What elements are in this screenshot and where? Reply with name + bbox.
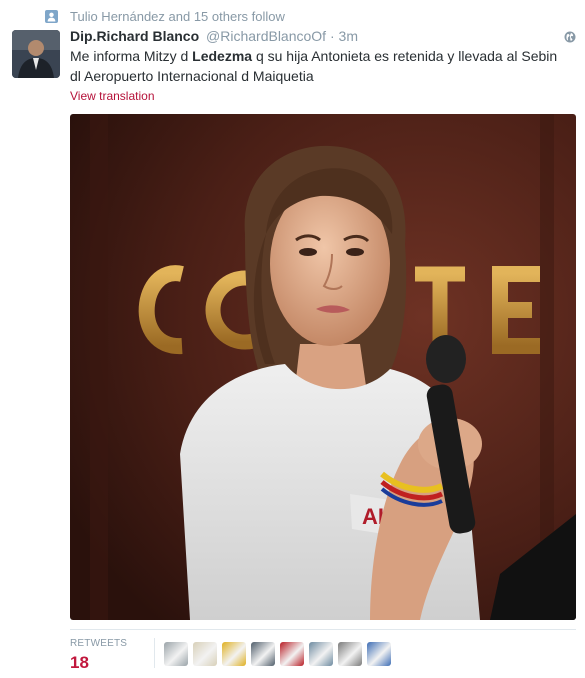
tweet-stats: RETWEETS 18 — [70, 629, 576, 676]
stats-divider — [154, 638, 155, 668]
tweet-timestamp[interactable]: 3m — [339, 28, 358, 44]
header-separator: · — [329, 28, 335, 44]
retweeter-avatars — [164, 642, 396, 666]
retweeter-avatar-4[interactable] — [251, 642, 275, 666]
social-context-text[interactable]: Tulio Hernández and 15 others follow — [70, 9, 285, 24]
tweet-text: Me informa Mitzy d Ledezma q su hija Ant… — [70, 46, 570, 86]
retweeter-avatar-2[interactable] — [193, 642, 217, 666]
globe-icon — [564, 31, 576, 43]
avatar[interactable] — [12, 30, 60, 78]
photo-image: ALed — [70, 114, 576, 620]
retweeter-avatar-3[interactable] — [222, 642, 246, 666]
retweeter-avatar-7[interactable] — [338, 642, 362, 666]
retweeter-avatar-1[interactable] — [164, 642, 188, 666]
tweet-card[interactable]: Tulio Hernández and 15 others follow Dip… — [0, 0, 585, 678]
retweets-label: RETWEETS — [70, 638, 128, 649]
author-fullname[interactable]: Dip.Richard Blanco — [70, 28, 199, 44]
social-context: Tulio Hernández and 15 others follow — [45, 9, 285, 24]
retweeter-avatar-5[interactable] — [280, 642, 304, 666]
author-username[interactable]: @RichardBlancoOf — [206, 28, 326, 44]
person-follow-icon — [45, 10, 58, 23]
tweet-text-start: Me informa Mitzy d — [70, 48, 193, 64]
retweets-count: 18 — [70, 653, 89, 672]
retweeter-avatar-6[interactable] — [309, 642, 333, 666]
user-avatar — [12, 30, 60, 78]
tweet-photo[interactable]: ALed — [70, 114, 576, 620]
retweets-stat[interactable]: RETWEETS 18 — [70, 638, 127, 673]
view-translation-link[interactable]: View translation — [70, 89, 155, 103]
tweet-text-hashtag[interactable]: Ledezma — [192, 48, 252, 64]
tweet-header: Dip.Richard Blanco @RichardBlancoOf · 3m — [70, 28, 358, 44]
retweeter-avatar-8[interactable] — [367, 642, 391, 666]
